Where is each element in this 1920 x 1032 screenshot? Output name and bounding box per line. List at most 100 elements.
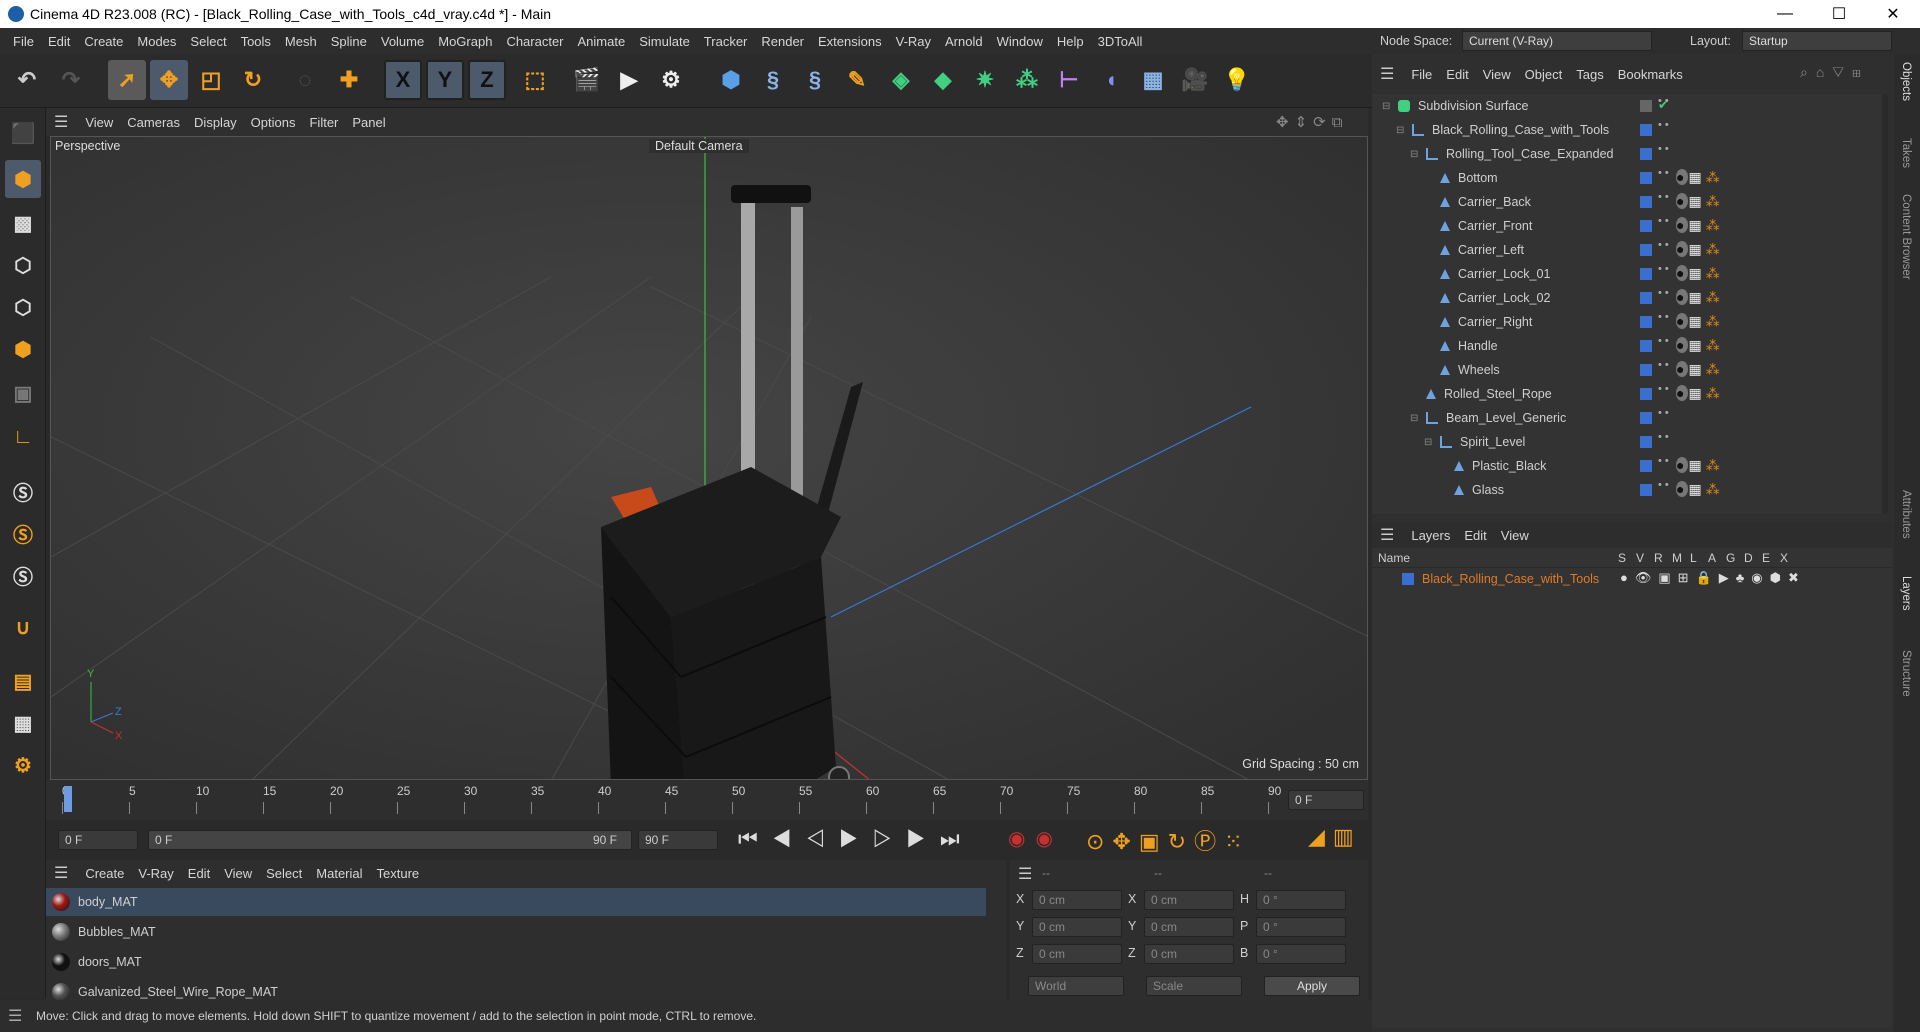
- object-name[interactable]: Carrier_Lock_01: [1458, 267, 1550, 281]
- model-mode-icon[interactable]: ⬢: [5, 160, 41, 198]
- menu-tools[interactable]: Tools: [234, 34, 278, 49]
- menu-v-ray[interactable]: V-Ray: [889, 34, 938, 49]
- axis-mode-icon[interactable]: ∟: [5, 418, 41, 456]
- objects-menu-tags[interactable]: Tags: [1569, 67, 1610, 82]
- coord-value-field[interactable]: 0 cm: [1032, 890, 1122, 910]
- menu-character[interactable]: Character: [499, 34, 570, 49]
- edges-mode-icon[interactable]: ⬡: [5, 288, 41, 326]
- material-menu-view[interactable]: View: [217, 866, 259, 881]
- node-space-dropdown[interactable]: Current (V-Ray): [1462, 31, 1652, 51]
- viewport-menu-panel[interactable]: Panel: [345, 115, 392, 130]
- material-tags-icon[interactable]: ●▦⁂: [1676, 481, 1724, 498]
- menu-spline[interactable]: Spline: [324, 34, 374, 49]
- render-view-icon[interactable]: 🎬: [568, 60, 606, 100]
- visibility-dots-icon[interactable]: • •: [1658, 312, 1669, 323]
- texture-mode-icon[interactable]: ▩: [5, 204, 41, 242]
- visibility-dots-icon[interactable]: • •: [1658, 480, 1669, 491]
- material-hamburger-icon[interactable]: ☰: [54, 863, 68, 883]
- objects-hamburger-icon[interactable]: ☰: [1380, 64, 1394, 84]
- select-tool-icon[interactable]: ➚: [108, 60, 146, 100]
- object-name[interactable]: Carrier_Lock_02: [1458, 291, 1550, 305]
- objects-menu-edit[interactable]: Edit: [1439, 67, 1475, 82]
- playback-controls[interactable]: ⏮◀◁▶▷▶⏭: [738, 826, 974, 852]
- menu-render[interactable]: Render: [754, 34, 811, 49]
- cube-icon[interactable]: ⬢: [712, 60, 750, 100]
- world-dropdown[interactable]: World: [1028, 976, 1124, 996]
- camera-label[interactable]: Default Camera: [649, 139, 749, 153]
- layer-color-icon[interactable]: [1640, 268, 1652, 280]
- redo-icon[interactable]: ↷: [52, 60, 90, 100]
- volume-builder-icon[interactable]: ⁂: [1008, 60, 1046, 100]
- menu-arnold[interactable]: Arnold: [938, 34, 990, 49]
- side-tab-objects[interactable]: Objects: [1900, 62, 1912, 101]
- object-name[interactable]: Rolled_Steel_Rope: [1444, 387, 1552, 401]
- light-icon[interactable]: 💡: [1218, 60, 1256, 100]
- menu-create[interactable]: Create: [77, 34, 130, 49]
- material-tags-icon[interactable]: ●▦⁂: [1676, 313, 1724, 330]
- layer-color-icon[interactable]: [1640, 292, 1652, 304]
- record-buttons[interactable]: ◉◉: [1008, 826, 1063, 851]
- layer-color-icon[interactable]: [1640, 220, 1652, 232]
- object-row[interactable]: Carrier_Lock_02 • • ●▦⁂: [1372, 286, 1870, 310]
- visibility-dots-icon[interactable]: • •: [1658, 288, 1669, 299]
- x-axis-lock-button[interactable]: X: [384, 60, 422, 100]
- solo-hierarchy-icon[interactable]: Ⓢ: [5, 514, 41, 552]
- workplane-icon[interactable]: ▤: [5, 662, 41, 700]
- material-menu-select[interactable]: Select: [259, 866, 309, 881]
- mograph-cloner-icon[interactable]: ✷: [966, 60, 1004, 100]
- undo-icon[interactable]: ↶: [8, 60, 46, 100]
- layer-color-icon[interactable]: [1640, 124, 1652, 136]
- coord-value-field[interactable]: 0 cm: [1032, 917, 1122, 937]
- objects-menu-bookmarks[interactable]: Bookmarks: [1611, 67, 1690, 82]
- menu-file[interactable]: File: [6, 34, 41, 49]
- object-name[interactable]: Glass: [1472, 483, 1504, 497]
- current-frame-field[interactable]: 0 F: [1288, 790, 1364, 810]
- objects-menu-object[interactable]: Object: [1518, 67, 1570, 82]
- visibility-dots-icon[interactable]: • •: [1658, 192, 1669, 203]
- deformer-icon[interactable]: ⊢: [1050, 60, 1088, 100]
- status-hamburger-icon[interactable]: ☰: [8, 1006, 22, 1026]
- move-tool-icon[interactable]: ✥: [150, 60, 188, 100]
- object-row[interactable]: Carrier_Lock_01 • • ●▦⁂: [1372, 262, 1870, 286]
- polygons-mode-icon[interactable]: ⬢: [5, 330, 41, 368]
- perspective-viewport[interactable]: Y ZX Perspective Default Camera Grid Spac…: [50, 136, 1368, 780]
- visibility-dots-icon[interactable]: • •: [1658, 456, 1669, 467]
- recent-tool-icon[interactable]: ◌: [286, 60, 324, 100]
- expand-toggle-icon[interactable]: ⊟: [1382, 101, 1392, 112]
- playhead[interactable]: [64, 786, 72, 812]
- object-name[interactable]: Bottom: [1458, 171, 1498, 185]
- uv-mode-icon[interactable]: ▣: [5, 374, 41, 412]
- object-name[interactable]: Carrier_Back: [1458, 195, 1531, 209]
- material-tags-icon[interactable]: ●▦⁂: [1676, 361, 1724, 378]
- material-menu-edit[interactable]: Edit: [181, 866, 217, 881]
- viewport-menu-view[interactable]: View: [78, 115, 120, 130]
- points-mode-icon[interactable]: ⬡: [5, 246, 41, 284]
- layer-row[interactable]: Black_Rolling_Case_with_Tools ●👁▣⊞🔒▶♣◉⬢✖: [1372, 568, 1892, 590]
- viewport-menu-filter[interactable]: Filter: [302, 115, 345, 130]
- layer-color-icon[interactable]: [1640, 460, 1652, 472]
- object-row[interactable]: Bottom • • ●▦⁂: [1372, 166, 1870, 190]
- enabled-check-icon[interactable]: ✔: [1658, 97, 1668, 112]
- tweak-icon[interactable]: ⚙: [5, 746, 41, 784]
- visibility-dots-icon[interactable]: • •: [1658, 360, 1669, 371]
- render-to-picture-viewer-icon[interactable]: ▶: [610, 60, 648, 100]
- side-tab-attributes[interactable]: Attributes: [1900, 490, 1912, 539]
- material-tags-icon[interactable]: ●▦⁂: [1676, 457, 1724, 474]
- visibility-dots-icon[interactable]: • •: [1658, 240, 1669, 251]
- maximize-button[interactable]: ☐: [1812, 4, 1866, 24]
- visibility-dots-icon[interactable]: • •: [1658, 216, 1669, 227]
- visibility-dots-icon[interactable]: • •: [1658, 384, 1669, 395]
- camera-icon[interactable]: 🎥: [1176, 60, 1214, 100]
- object-name[interactable]: Carrier_Front: [1458, 219, 1532, 233]
- layout-dropdown[interactable]: Startup: [1742, 31, 1892, 51]
- subdivision-surface-icon[interactable]: ◈: [882, 60, 920, 100]
- objects-menu-file[interactable]: File: [1404, 67, 1439, 82]
- viewport-menu-cameras[interactable]: Cameras: [120, 115, 187, 130]
- visibility-dots-icon[interactable]: • •: [1658, 120, 1669, 131]
- close-button[interactable]: ✕: [1866, 4, 1920, 24]
- axis-icon[interactable]: ✚: [330, 60, 368, 100]
- material-menu-material[interactable]: Material: [309, 866, 369, 881]
- layer-color-icon[interactable]: [1640, 316, 1652, 328]
- visibility-dots-icon[interactable]: • •: [1658, 264, 1669, 275]
- material-item[interactable]: doors_MAT: [46, 948, 986, 976]
